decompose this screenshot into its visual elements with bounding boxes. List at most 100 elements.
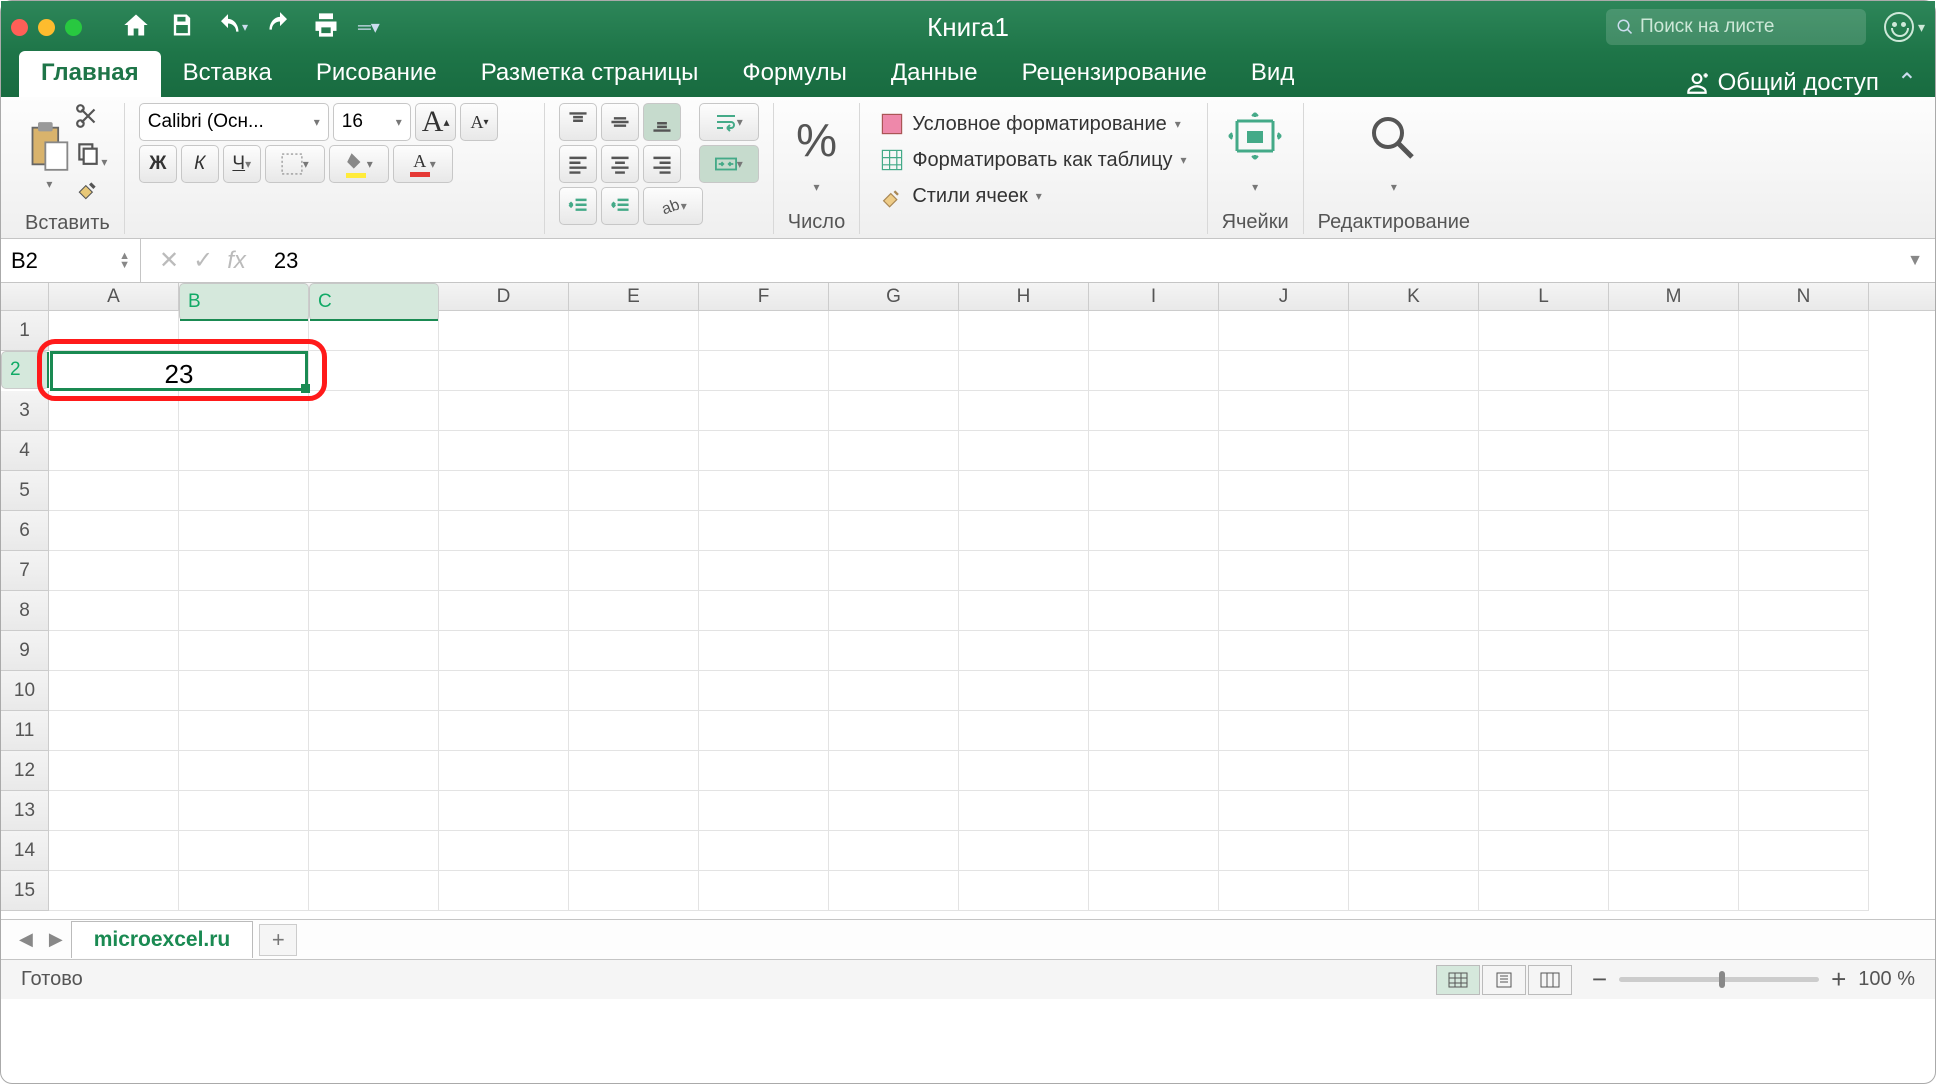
cell[interactable] [1219, 511, 1349, 551]
zoom-level[interactable]: 100 % [1858, 968, 1915, 991]
cell[interactable] [1089, 671, 1219, 711]
zoom-in-button[interactable]: + [1831, 964, 1846, 995]
row-header[interactable]: 7 [1, 551, 49, 591]
column-header[interactable]: N [1739, 283, 1869, 310]
row-header[interactable]: 14 [1, 831, 49, 871]
cell[interactable] [569, 751, 699, 791]
worksheet-grid[interactable]: ABCDEFGHIJKLMN 123456789101112131415 23 [1, 283, 1935, 919]
column-header[interactable]: H [959, 283, 1089, 310]
column-header[interactable]: G [829, 283, 959, 310]
column-header[interactable]: L [1479, 283, 1609, 310]
cell[interactable] [1739, 511, 1869, 551]
decrease-indent-button[interactable] [559, 187, 597, 225]
cell[interactable] [1609, 471, 1739, 511]
cell[interactable] [49, 431, 179, 471]
cell[interactable] [179, 631, 309, 671]
cell[interactable] [1219, 311, 1349, 351]
cell[interactable] [1479, 431, 1609, 471]
cell[interactable] [1609, 351, 1739, 391]
cell[interactable] [699, 591, 829, 631]
cell[interactable] [1349, 551, 1479, 591]
cell[interactable] [1479, 351, 1609, 391]
cell[interactable] [959, 311, 1089, 351]
cell[interactable] [439, 311, 569, 351]
cell[interactable] [1219, 831, 1349, 871]
sheet-nav-next-icon[interactable]: ▶ [41, 929, 71, 950]
cell[interactable] [959, 831, 1089, 871]
row-header[interactable]: 4 [1, 431, 49, 471]
cell[interactable] [1609, 391, 1739, 431]
editing-icon[interactable] [1366, 111, 1422, 166]
cell[interactable] [179, 391, 309, 431]
row-header[interactable]: 2 [1, 351, 49, 389]
cell[interactable] [1609, 431, 1739, 471]
cell[interactable] [829, 311, 959, 351]
increase-font-button[interactable]: A▴ [415, 103, 457, 141]
cell[interactable] [1739, 791, 1869, 831]
cell[interactable] [309, 791, 439, 831]
cell[interactable] [829, 511, 959, 551]
cell[interactable] [829, 431, 959, 471]
cell[interactable] [1349, 831, 1479, 871]
cells-icon[interactable] [1227, 111, 1283, 166]
tab-formulas[interactable]: Формулы [720, 51, 868, 97]
cell[interactable] [309, 711, 439, 751]
cell[interactable] [959, 471, 1089, 511]
print-icon[interactable] [312, 11, 340, 44]
cell[interactable] [959, 551, 1089, 591]
cell-styles-button[interactable]: Стили ячеек▾ [874, 181, 1192, 211]
cell[interactable] [1349, 791, 1479, 831]
cell[interactable] [439, 431, 569, 471]
cell[interactable] [699, 551, 829, 591]
cell[interactable] [569, 791, 699, 831]
cell[interactable] [829, 831, 959, 871]
column-header[interactable]: D [439, 283, 569, 310]
cell[interactable] [309, 671, 439, 711]
cell[interactable] [49, 551, 179, 591]
feedback-icon[interactable] [1884, 12, 1914, 42]
column-header[interactable]: E [569, 283, 699, 310]
copy-icon[interactable]: ▾ [75, 140, 107, 171]
font-size-select[interactable]: 16▾ [333, 103, 411, 141]
cell[interactable] [1739, 671, 1869, 711]
cell[interactable] [1219, 471, 1349, 511]
cell[interactable] [1609, 551, 1739, 591]
minimize-window-icon[interactable] [38, 19, 55, 36]
underline-button[interactable]: Ч▾ [223, 145, 261, 183]
cell[interactable] [1739, 831, 1869, 871]
cell[interactable] [1739, 631, 1869, 671]
cell[interactable] [1349, 591, 1479, 631]
percent-icon[interactable]: % [796, 113, 837, 167]
cell[interactable] [1479, 791, 1609, 831]
save-icon[interactable] [168, 11, 196, 44]
collapse-ribbon-icon[interactable]: ⌃ [1897, 68, 1917, 97]
format-as-table-button[interactable]: Форматировать как таблицу▾ [874, 145, 1192, 175]
cell[interactable] [699, 871, 829, 911]
cell[interactable] [1739, 591, 1869, 631]
cell[interactable] [1089, 431, 1219, 471]
fill-color-button[interactable]: ▾ [329, 145, 389, 183]
cell[interactable] [309, 471, 439, 511]
cell[interactable] [49, 671, 179, 711]
conditional-formatting-button[interactable]: Условное форматирование▾ [874, 109, 1192, 139]
qat-customize-icon[interactable]: ═▾ [358, 17, 380, 38]
cell[interactable] [699, 391, 829, 431]
cell[interactable] [569, 471, 699, 511]
cell[interactable] [439, 711, 569, 751]
cell[interactable] [1219, 351, 1349, 391]
cell[interactable] [1479, 751, 1609, 791]
fill-handle[interactable] [301, 384, 310, 393]
cell[interactable] [1089, 471, 1219, 511]
cell[interactable] [439, 631, 569, 671]
redo-icon[interactable] [266, 11, 294, 44]
zoom-slider[interactable] [1619, 977, 1819, 982]
cell[interactable] [569, 631, 699, 671]
cell[interactable] [1479, 391, 1609, 431]
search-box[interactable] [1606, 9, 1866, 45]
cell[interactable] [1479, 831, 1609, 871]
cell[interactable] [1089, 711, 1219, 751]
cell[interactable] [179, 751, 309, 791]
cell[interactable] [959, 591, 1089, 631]
sheet-tab[interactable]: microexcel.ru [71, 921, 254, 958]
cell[interactable] [829, 871, 959, 911]
